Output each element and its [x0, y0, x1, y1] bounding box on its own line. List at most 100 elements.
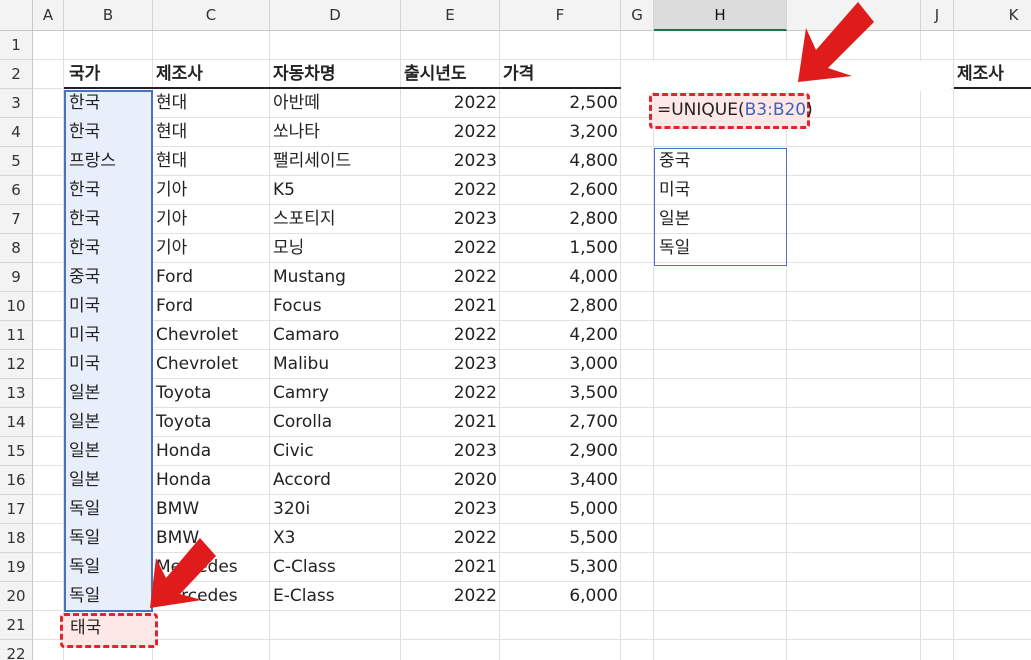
row-header-5[interactable]: 5: [0, 147, 33, 176]
row-header-16[interactable]: 16: [0, 466, 33, 495]
header-k-maker[interactable]: 제조사: [954, 60, 1031, 89]
cell-price[interactable]: 3,200: [500, 118, 621, 147]
row-header-1[interactable]: 1: [0, 31, 33, 60]
cell-maker[interactable]: 현대: [153, 89, 270, 118]
row-header-13[interactable]: 13: [0, 379, 33, 408]
cell-country[interactable]: 일본: [66, 379, 153, 408]
cell-year[interactable]: 2022: [401, 379, 500, 408]
column-header-j[interactable]: J: [921, 0, 954, 31]
cell-price[interactable]: 5,000: [500, 495, 621, 524]
cell-maker[interactable]: Honda: [153, 466, 270, 495]
header-maker[interactable]: 제조사: [153, 60, 270, 89]
cell-price[interactable]: 2,500: [500, 89, 621, 118]
cell-price[interactable]: 2,700: [500, 408, 621, 437]
cell-country[interactable]: 한국: [66, 118, 153, 147]
row-header-10[interactable]: 10: [0, 292, 33, 321]
cell-price[interactable]: 5,300: [500, 553, 621, 582]
row-header-18[interactable]: 18: [0, 524, 33, 553]
column-header-g[interactable]: G: [621, 0, 654, 31]
row-header-11[interactable]: 11: [0, 321, 33, 350]
cell-price[interactable]: 4,800: [500, 147, 621, 176]
cell-price[interactable]: 4,200: [500, 321, 621, 350]
cell-model[interactable]: 아반떼: [270, 89, 401, 118]
row-header-12[interactable]: 12: [0, 350, 33, 379]
cell-country[interactable]: 일본: [66, 408, 153, 437]
cell-country[interactable]: 한국: [66, 89, 153, 118]
row-header-19[interactable]: 19: [0, 553, 33, 582]
cell-maker[interactable]: 기아: [153, 205, 270, 234]
column-header-e[interactable]: E: [401, 0, 500, 31]
cell-maker[interactable]: Honda: [153, 437, 270, 466]
row-header-9[interactable]: 9: [0, 263, 33, 292]
cell-year[interactable]: 2022: [401, 118, 500, 147]
cell-country[interactable]: 독일: [66, 553, 153, 582]
cell-price[interactable]: 2,900: [500, 437, 621, 466]
cell-model[interactable]: Focus: [270, 292, 401, 321]
cell-model[interactable]: Malibu: [270, 350, 401, 379]
cell-country[interactable]: 미국: [66, 321, 153, 350]
row-header-22[interactable]: 22: [0, 640, 33, 660]
cell-b21[interactable]: 태국: [66, 614, 154, 643]
cell-price[interactable]: 3,000: [500, 350, 621, 379]
column-header-a[interactable]: A: [33, 0, 64, 31]
cell-year[interactable]: 2022: [401, 582, 500, 611]
row-header-20[interactable]: 20: [0, 582, 33, 611]
cell-country[interactable]: 일본: [66, 466, 153, 495]
cell-model[interactable]: 스포티지: [270, 205, 401, 234]
cell-maker[interactable]: Chevrolet: [153, 350, 270, 379]
cell-maker[interactable]: Ford: [153, 263, 270, 292]
spreadsheet-grid[interactable]: ABCDEFGHIJK 1234567891011121314151617181…: [0, 0, 1031, 660]
row-header-17[interactable]: 17: [0, 495, 33, 524]
cell-year[interactable]: 2023: [401, 205, 500, 234]
column-header-d[interactable]: D: [270, 0, 401, 31]
cell-country[interactable]: 미국: [66, 292, 153, 321]
cell-country[interactable]: 독일: [66, 524, 153, 553]
spill-result-cell[interactable]: 일본: [656, 205, 786, 234]
cell-model[interactable]: 모닝: [270, 234, 401, 263]
cell-model[interactable]: K5: [270, 176, 401, 205]
cell-country[interactable]: 한국: [66, 176, 153, 205]
cell-country[interactable]: 중국: [66, 263, 153, 292]
cell-country[interactable]: 독일: [66, 582, 153, 611]
column-header-k[interactable]: K: [954, 0, 1031, 31]
header-country[interactable]: 국가: [66, 60, 153, 89]
column-header-b[interactable]: B: [64, 0, 153, 31]
cell-year[interactable]: 2022: [401, 176, 500, 205]
cell-year[interactable]: 2023: [401, 147, 500, 176]
cell-year[interactable]: 2021: [401, 408, 500, 437]
cell-year[interactable]: 2023: [401, 437, 500, 466]
row-header-3[interactable]: 3: [0, 89, 33, 118]
header-year[interactable]: 출시년도: [401, 60, 500, 89]
cell-maker[interactable]: 현대: [153, 147, 270, 176]
cell-price[interactable]: 3,400: [500, 466, 621, 495]
cell-maker[interactable]: Toyota: [153, 379, 270, 408]
cell-year[interactable]: 2022: [401, 524, 500, 553]
row-header-14[interactable]: 14: [0, 408, 33, 437]
spill-result-cell[interactable]: 독일: [656, 234, 786, 263]
cell-year[interactable]: 2020: [401, 466, 500, 495]
formula-cell-h3[interactable]: =UNIQUE(B3:B20): [657, 96, 813, 125]
cell-price[interactable]: 3,500: [500, 379, 621, 408]
cell-price[interactable]: 4,000: [500, 263, 621, 292]
cell-year[interactable]: 2021: [401, 553, 500, 582]
cell-price[interactable]: 2,600: [500, 176, 621, 205]
cell-price[interactable]: 5,500: [500, 524, 621, 553]
select-all-corner[interactable]: [0, 0, 33, 31]
cell-model[interactable]: 쏘나타: [270, 118, 401, 147]
header-model[interactable]: 자동차명: [270, 60, 401, 89]
row-header-4[interactable]: 4: [0, 118, 33, 147]
column-header-c[interactable]: C: [153, 0, 270, 31]
cell-price[interactable]: 1,500: [500, 234, 621, 263]
row-header-8[interactable]: 8: [0, 234, 33, 263]
cell-country[interactable]: 한국: [66, 205, 153, 234]
cell-model[interactable]: X3: [270, 524, 401, 553]
row-header-15[interactable]: 15: [0, 437, 33, 466]
cell-year[interactable]: 2022: [401, 321, 500, 350]
cell-model[interactable]: E-Class: [270, 582, 401, 611]
cell-country[interactable]: 한국: [66, 234, 153, 263]
cell-year[interactable]: 2022: [401, 89, 500, 118]
cell-model[interactable]: Corolla: [270, 408, 401, 437]
row-header-6[interactable]: 6: [0, 176, 33, 205]
cell-maker[interactable]: Toyota: [153, 408, 270, 437]
cell-year[interactable]: 2021: [401, 292, 500, 321]
